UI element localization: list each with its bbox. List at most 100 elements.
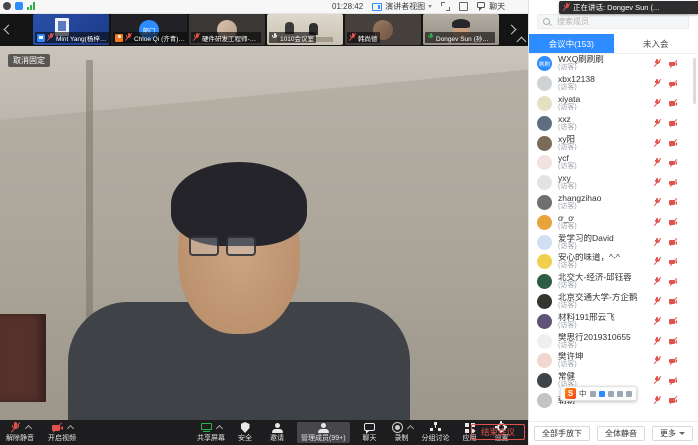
avatar — [537, 195, 552, 210]
camera-off-icon[interactable] — [669, 218, 678, 226]
participant-row[interactable]: 樊思行2019310655 (访客) — [529, 331, 698, 351]
mic-muted-icon[interactable] — [653, 337, 661, 346]
chevron-up-icon[interactable] — [216, 424, 223, 431]
participant-row[interactable]: 北交大-经济-邱钰蓉 (访客) — [529, 272, 698, 292]
chevron-up-icon[interactable] — [25, 424, 32, 431]
mic-muted-icon[interactable] — [653, 297, 661, 306]
security-level-icon[interactable] — [15, 2, 23, 10]
ime-toolbox-icon[interactable] — [626, 391, 632, 397]
camera-off-icon[interactable] — [669, 99, 678, 107]
participant-row[interactable]: ycf (访客) — [529, 153, 698, 173]
more-button[interactable]: 更多 — [652, 426, 693, 441]
mic-muted-icon[interactable] — [653, 198, 661, 207]
camera-off-icon[interactable] — [669, 396, 678, 404]
participant-row[interactable]: 樊许坤 (访客) — [529, 351, 698, 371]
chevron-up-icon[interactable] — [407, 424, 414, 431]
ime-mic-icon[interactable] — [599, 391, 605, 397]
tab-not-joined[interactable]: 未入会 — [614, 34, 698, 53]
camera-off-icon[interactable] — [669, 297, 678, 305]
mic-muted-icon[interactable] — [653, 396, 661, 405]
camera-off-icon[interactable] — [669, 317, 678, 325]
video-thumbnail[interactable]: 硬件研发工程师-王新智 — [189, 14, 265, 45]
ime-keyboard-icon[interactable] — [617, 391, 623, 397]
toolbar-button[interactable]: 聊天 — [358, 422, 382, 443]
mic-muted-icon[interactable] — [653, 376, 661, 385]
camera-off-icon[interactable] — [669, 377, 678, 385]
mic-muted-icon[interactable] — [653, 218, 661, 227]
camera-off-icon[interactable] — [669, 278, 678, 286]
participant-row[interactable]: 爱学习的David (访客) — [529, 232, 698, 252]
video-thumbnail[interactable]: 1010会议室 — [267, 14, 343, 45]
filmstrip-collapse-icon[interactable] — [517, 37, 527, 47]
camera-off-icon[interactable] — [669, 119, 678, 127]
mic-muted-icon[interactable] — [653, 79, 661, 88]
meeting-info-icon[interactable] — [3, 2, 11, 10]
ime-pen-icon[interactable] — [590, 391, 596, 397]
mic-muted-icon[interactable] — [653, 277, 661, 286]
toolbar-button[interactable]: 录制 — [390, 422, 414, 443]
list-scrollbar[interactable] — [693, 58, 696, 104]
camera-off-icon[interactable] — [669, 139, 678, 147]
participant-row[interactable]: xxz (访客) — [529, 113, 698, 133]
ime-language-mode[interactable]: 中 — [579, 388, 587, 399]
camera-off-icon[interactable] — [669, 60, 678, 68]
participant-row[interactable]: xbx12138 (访客) — [529, 74, 698, 94]
lower-all-hands-button[interactable]: 全部手放下 — [534, 426, 590, 441]
ime-toolbar[interactable]: S 中 — [560, 386, 637, 401]
participant-row[interactable]: 北京交通大学-方企鹅 (访客) — [529, 292, 698, 312]
toolbar-button[interactable]: 分组讨论 — [422, 422, 450, 443]
sogou-logo-icon[interactable]: S — [565, 388, 576, 399]
search-box[interactable] — [537, 14, 689, 29]
fullscreen-icon[interactable] — [441, 2, 450, 11]
chat-top-button[interactable]: 聊天 — [477, 1, 505, 12]
video-thumbnail[interactable]: 部门 Chloe Qi (齐青)-文... — [111, 14, 187, 45]
participant-row[interactable]: yxy (访客) — [529, 173, 698, 193]
mic-muted-icon[interactable] — [653, 99, 661, 108]
filmstrip-next-icon[interactable] — [507, 25, 517, 35]
participant-row[interactable]: ơ_ơ (访客) — [529, 212, 698, 232]
mic-muted-icon[interactable] — [653, 59, 661, 68]
mic-muted-icon[interactable] — [653, 238, 661, 247]
camera-off-icon[interactable] — [669, 357, 678, 365]
main-video-feed: 取消固定 — [0, 46, 528, 420]
mic-muted-icon[interactable] — [653, 158, 661, 167]
camera-off-icon[interactable] — [669, 258, 678, 266]
camera-off-icon[interactable] — [669, 80, 678, 88]
tab-in-meeting[interactable]: 会议中(153) — [529, 34, 614, 53]
chevron-up-icon[interactable] — [67, 424, 74, 431]
toolbar-button[interactable]: 共享屏幕 — [197, 422, 225, 443]
popout-icon[interactable] — [459, 2, 468, 11]
toolbar-button[interactable]: 安全 — [233, 422, 257, 443]
camera-off-icon[interactable] — [669, 238, 678, 246]
participant-row[interactable]: 材料191邢云飞 (访客) — [529, 311, 698, 331]
participant-row[interactable]: xy阳 (访客) — [529, 133, 698, 153]
video-thumbnail[interactable]: Dongev Sun (孙东君) — [423, 14, 499, 45]
camera-off-icon[interactable] — [669, 179, 678, 187]
ime-emoji-icon[interactable] — [608, 391, 614, 397]
participant-row[interactable]: 安心的味道，^-^ (访客) — [529, 252, 698, 272]
mic-muted-icon[interactable] — [653, 139, 661, 148]
camera-off-icon[interactable] — [669, 337, 678, 345]
toolbar-button[interactable]: 管理成员(99+) — [297, 422, 350, 443]
filmstrip-prev-icon[interactable] — [4, 25, 14, 35]
toolbar-button[interactable]: 邀请 — [265, 422, 289, 443]
mic-muted-icon[interactable] — [653, 257, 661, 266]
participant-row[interactable]: xiyata (访客) — [529, 94, 698, 114]
mute-all-button[interactable]: 全体静音 — [597, 426, 645, 441]
mic-muted-icon[interactable] — [653, 178, 661, 187]
participant-row[interactable]: zhangzihao (访客) — [529, 193, 698, 213]
toolbar-button[interactable]: 开启视频 — [48, 422, 76, 443]
end-meeting-button[interactable]: 结束会议 — [471, 424, 525, 440]
camera-off-icon[interactable] — [669, 198, 678, 206]
mic-muted-icon[interactable] — [653, 356, 661, 365]
participant-row[interactable]: 刷刷 WXQ刷刷刷 (访客) — [529, 54, 698, 74]
toolbar-button[interactable]: 解除静音 — [6, 422, 34, 443]
view-mode-button[interactable]: 演讲者视图 — [372, 1, 432, 12]
mic-muted-icon[interactable] — [653, 317, 661, 326]
mic-muted-icon[interactable] — [653, 119, 661, 128]
video-thumbnail[interactable]: 韩尚德 — [345, 14, 421, 45]
unpin-button[interactable]: 取消固定 — [8, 54, 50, 67]
search-input[interactable] — [555, 16, 684, 27]
video-thumbnail[interactable]: Mint Yang(杨梓铭)... — [33, 14, 109, 45]
camera-off-icon[interactable] — [669, 159, 678, 167]
